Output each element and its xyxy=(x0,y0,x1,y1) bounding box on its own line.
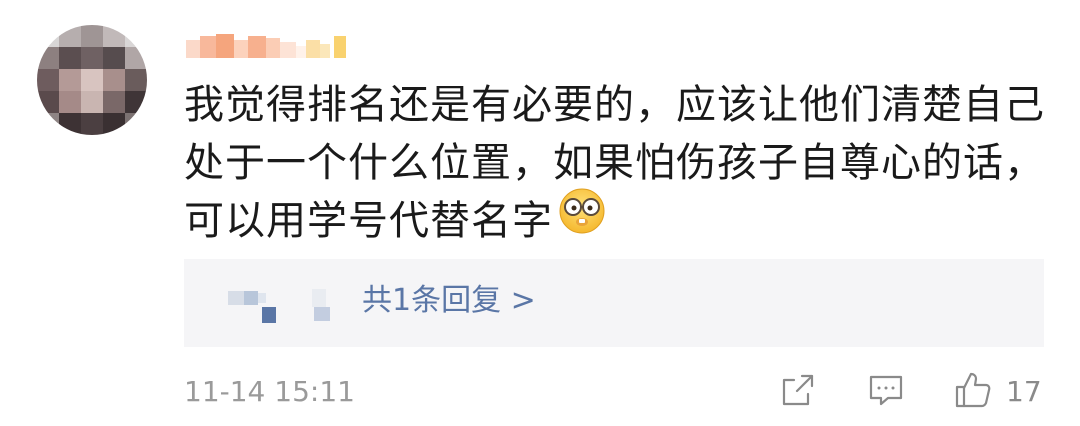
username[interactable] xyxy=(186,30,346,58)
like-count: 17 xyxy=(1006,375,1042,408)
comment-icon xyxy=(866,370,906,414)
comment-text: 我觉得排名还是有必要的，应该让他们清楚自己处于一个什么位置，如果怕伤孩子自尊心的… xyxy=(184,76,1054,252)
reply-preview-box[interactable]: 共1条回复 > xyxy=(184,259,1044,347)
view-replies-link[interactable]: 共1条回复 > xyxy=(362,279,536,323)
like-button[interactable]: 17 xyxy=(952,372,1042,412)
nerd-face-emoji-icon xyxy=(557,186,607,252)
avatar[interactable] xyxy=(37,25,147,135)
timestamp: 11-14 15:11 xyxy=(184,375,355,408)
comment-body: 我觉得排名还是有必要的，应该让他们清楚自己处于一个什么位置，如果怕伤孩子自尊心的… xyxy=(184,82,1045,244)
comment-card: 我觉得排名还是有必要的，应该让他们清楚自己处于一个什么位置，如果怕伤孩子自尊心的… xyxy=(0,0,1080,426)
comment-button[interactable] xyxy=(866,372,906,412)
share-icon xyxy=(778,370,818,414)
share-button[interactable] xyxy=(778,372,818,412)
thumbs-up-icon xyxy=(952,369,994,415)
reply-author-blurred xyxy=(184,259,344,347)
